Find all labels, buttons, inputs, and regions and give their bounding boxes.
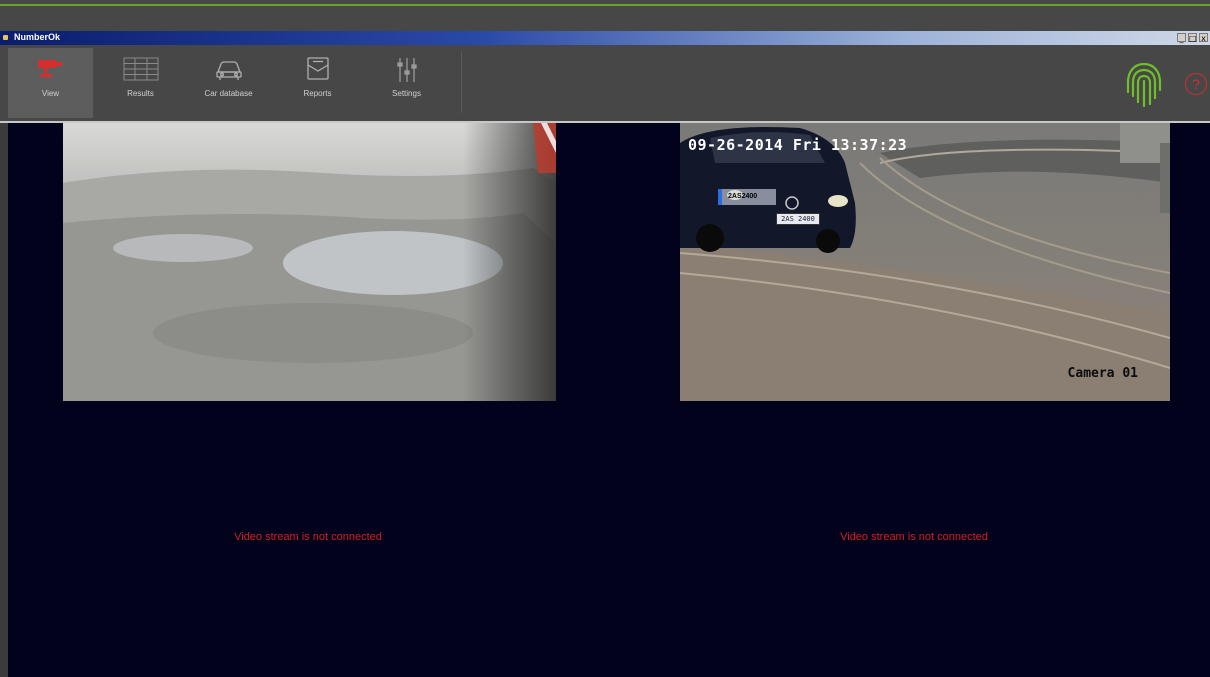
- video-frame-2: [680, 123, 1170, 401]
- video-frame-1: [63, 123, 556, 401]
- toolbar-view-button[interactable]: View: [8, 48, 93, 118]
- toolbar-results-button[interactable]: Results: [98, 48, 183, 118]
- results-grid-icon: [123, 57, 158, 81]
- toolbar-reports-label: Reports: [303, 89, 332, 98]
- toolbar-view-label: View: [41, 89, 60, 98]
- window-titlebar[interactable]: NumberOk _ □ x: [0, 31, 1210, 45]
- report-icon: [306, 57, 329, 80]
- car-icon: [215, 61, 242, 80]
- camera-view-icon: [37, 60, 62, 77]
- license-plate: 2AS 2400: [776, 213, 820, 225]
- app-icon: [3, 35, 8, 40]
- main-toolbar: View Results Car database Reports Settin…: [0, 45, 1210, 121]
- video-workspace: 09-26-2014 Fri 13:37:23 2AS2400 2AS 2400…: [8, 123, 1210, 677]
- toolbar-settings-label: Settings: [392, 89, 421, 98]
- plate-detection-box[interactable]: 2AS2400: [718, 189, 776, 205]
- toolbar-separator: [461, 51, 462, 113]
- video-timestamp: 09-26-2014 Fri 13:37:23: [688, 136, 908, 154]
- window-title: NumberOk: [14, 32, 61, 42]
- camera-feed-2[interactable]: 09-26-2014 Fri 13:37:23 2AS2400 2AS 2400…: [680, 123, 1170, 401]
- sliders-icon: [396, 58, 417, 82]
- stream-status-4: Video stream is not connected: [840, 531, 988, 543]
- toolbar-reports-button[interactable]: Reports: [275, 48, 360, 118]
- close-button[interactable]: x: [1199, 33, 1208, 43]
- toolbar-car-database-label: Car database: [204, 89, 253, 98]
- minimize-button[interactable]: _: [1177, 33, 1186, 43]
- toolbar-settings-button[interactable]: Settings: [364, 48, 449, 118]
- toolbar-results-label: Results: [127, 89, 154, 98]
- camera-label: Camera 01: [1067, 366, 1138, 381]
- help-icon[interactable]: ?: [1185, 73, 1207, 95]
- camera-feed-1[interactable]: [63, 123, 556, 401]
- toolbar-car-database-button[interactable]: Car database: [186, 48, 271, 118]
- maximize-button[interactable]: □: [1188, 33, 1197, 43]
- accent-line: [0, 4, 1210, 6]
- fingerprint-icon[interactable]: [1124, 60, 1164, 110]
- stream-status-3: Video stream is not connected: [234, 531, 382, 543]
